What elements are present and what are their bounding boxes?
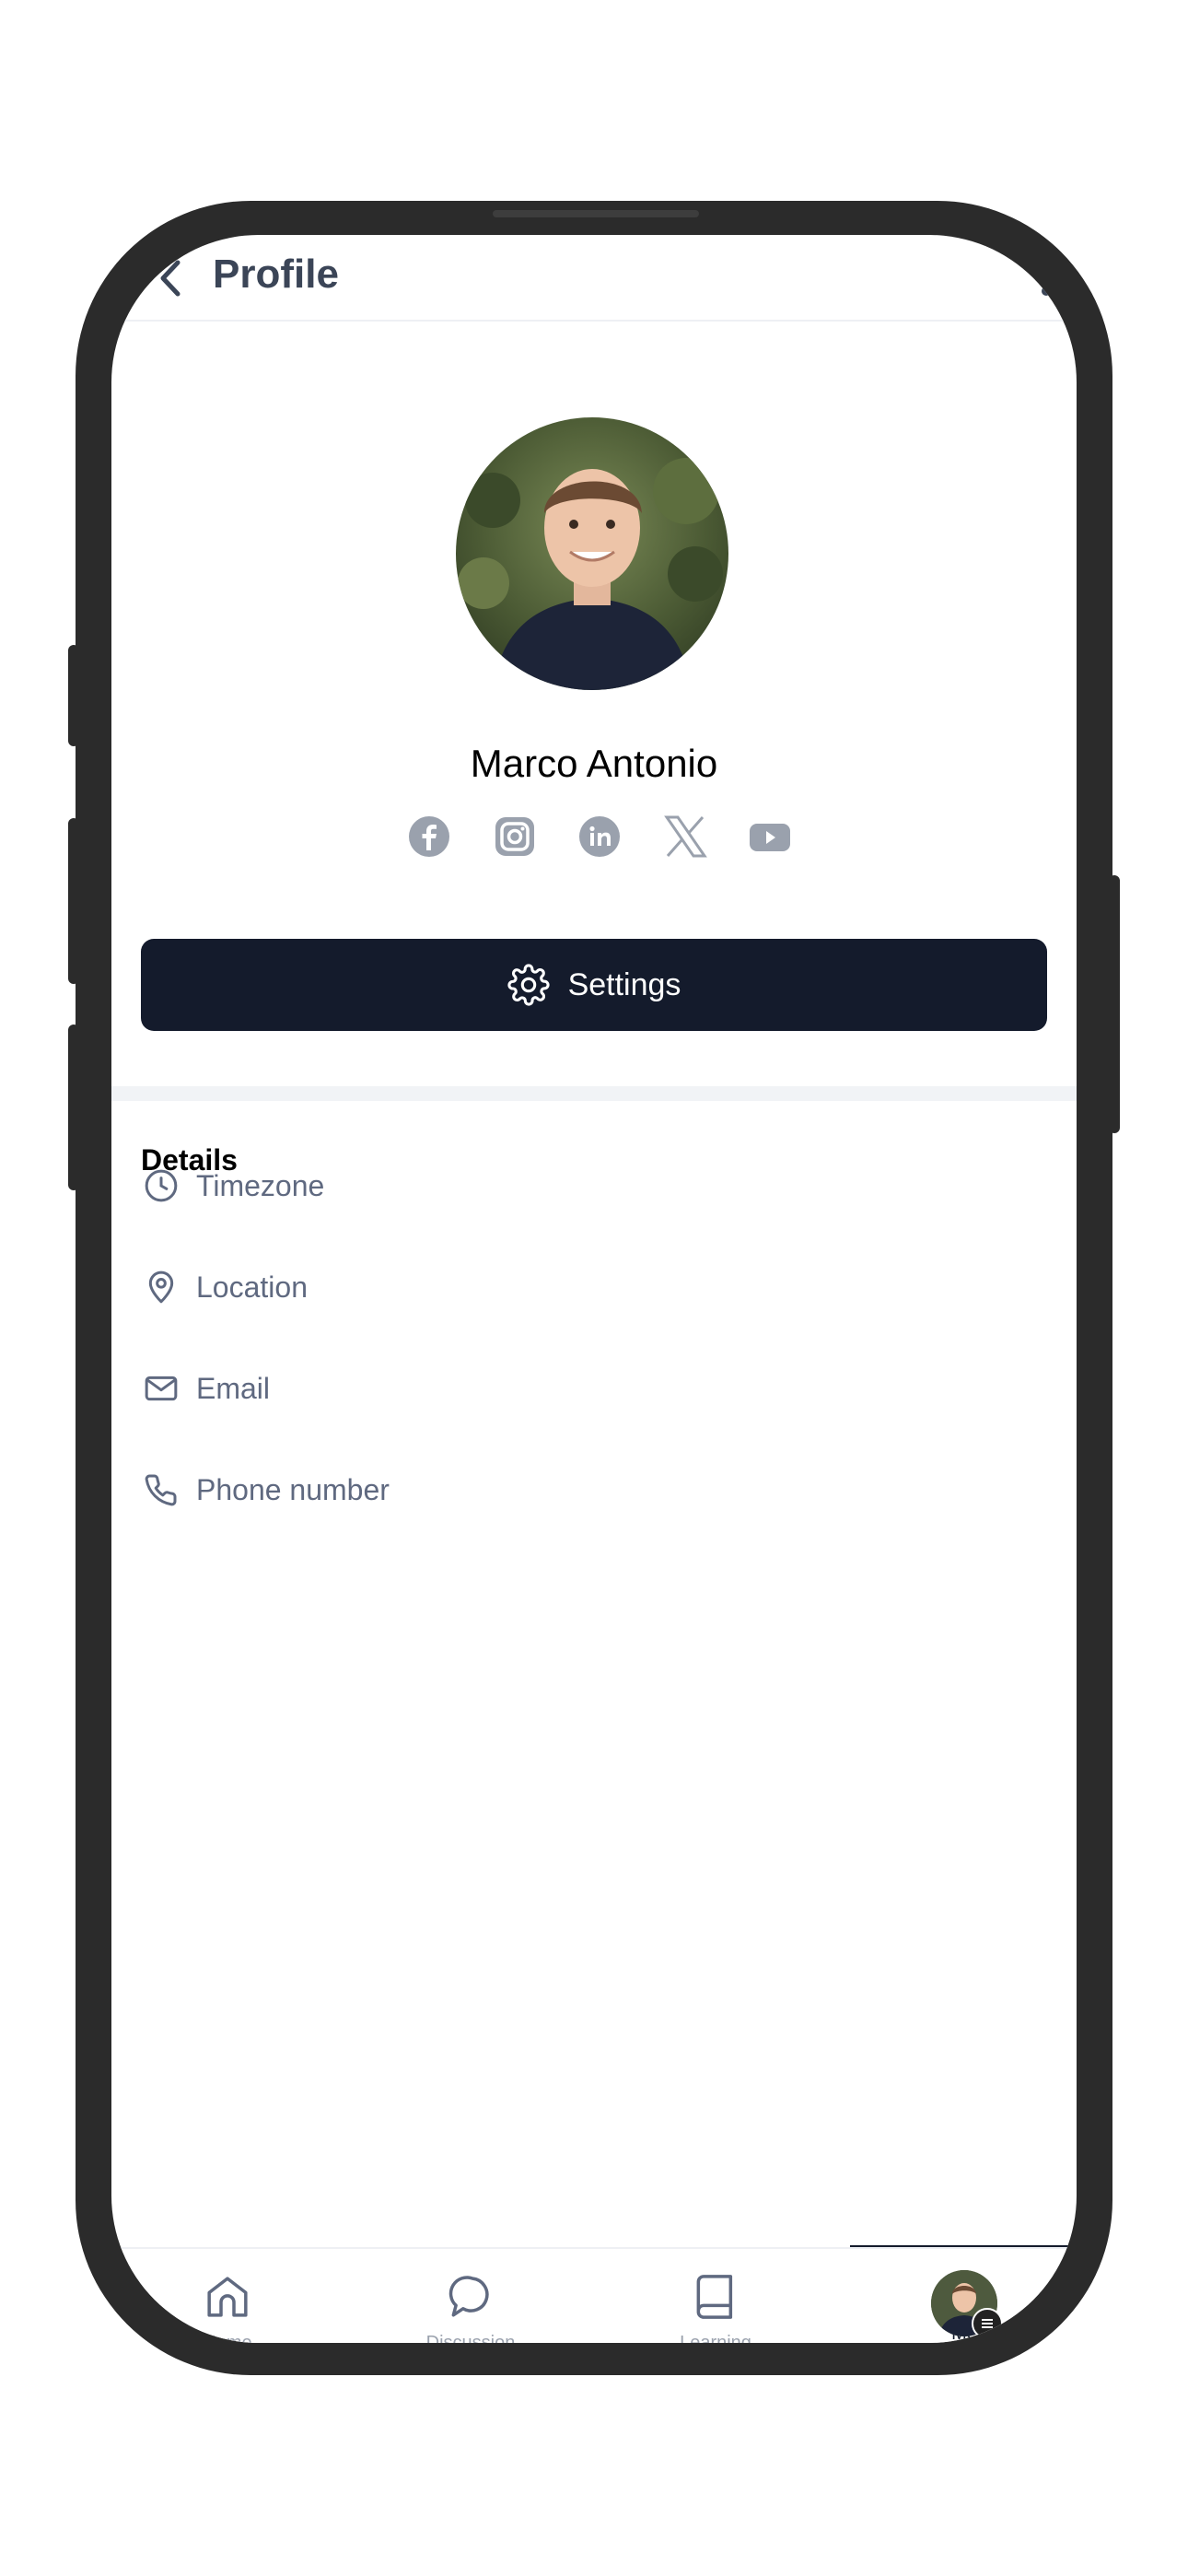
x-icon[interactable] — [662, 814, 708, 860]
detail-row-phone[interactable]: Phone number — [141, 1462, 390, 1517]
tab-home[interactable]: Home — [135, 2249, 320, 2343]
book-icon — [690, 2271, 741, 2327]
tab-label: Discussion — [425, 2333, 516, 2343]
phone-icon — [141, 1469, 181, 1510]
location-pin-icon — [141, 1267, 181, 1307]
detail-row-timezone[interactable]: Timezone — [141, 1158, 324, 1213]
home-icon — [202, 2271, 253, 2327]
gear-icon — [507, 964, 550, 1006]
profile-avatar[interactable] — [456, 417, 728, 690]
youtube-icon[interactable] — [747, 814, 793, 860]
settings-label: Settings — [567, 966, 681, 1002]
menu-badge-icon — [972, 2308, 1003, 2339]
detail-row-location[interactable]: Location — [141, 1259, 308, 1315]
speaker-grille — [493, 210, 699, 217]
linkedin-icon[interactable] — [577, 814, 623, 860]
mail-icon — [141, 1368, 181, 1409]
page-title: Profile — [213, 252, 339, 297]
clock-icon — [141, 1165, 181, 1206]
app-screen: Profile Marco Antonio Settings Details T… — [111, 235, 1077, 2343]
detail-label: Timezone — [196, 1168, 325, 1202]
detail-row-email[interactable]: Email — [141, 1361, 270, 1416]
detail-label: Phone number — [196, 1472, 390, 1506]
settings-button[interactable]: Settings — [141, 939, 1047, 1031]
section-divider — [111, 1086, 1077, 1101]
discussion-icon — [445, 2271, 496, 2327]
tab-label: Learning — [680, 2333, 751, 2343]
instagram-icon[interactable] — [492, 814, 538, 860]
social-links — [406, 814, 793, 869]
back-arrow-icon[interactable] — [152, 255, 189, 301]
top-bar: Profile — [111, 235, 1077, 322]
more-options-icon[interactable] — [1042, 287, 1051, 296]
tab-label: Home — [203, 2333, 252, 2343]
tab-learning[interactable]: Learning — [623, 2249, 808, 2343]
facebook-icon[interactable] — [406, 814, 452, 860]
tab-discussion[interactable]: Discussion — [379, 2249, 563, 2343]
detail-label: Email — [196, 1371, 271, 1405]
detail-label: Location — [196, 1270, 308, 1304]
profile-name: Marco Antonio — [470, 742, 718, 785]
